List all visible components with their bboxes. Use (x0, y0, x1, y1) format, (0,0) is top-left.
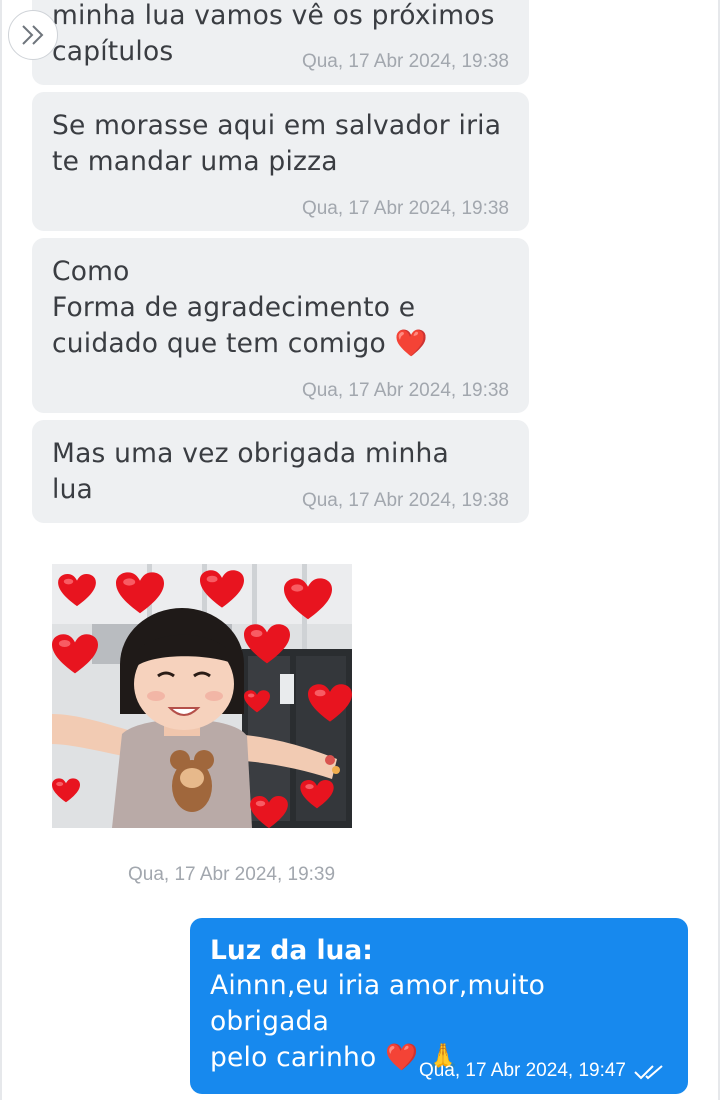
double-chevron-right-icon (22, 25, 44, 45)
image-timestamp: Qua, 17 Abr 2024, 19:39 (128, 864, 336, 885)
sender-name: Luz da lua: (210, 935, 373, 966)
message-bubble: Mas uma vez obrigada minha lua Qua, 17 A… (32, 420, 529, 523)
message-timestamp: Qua, 17 Abr 2024, 19:38 (301, 380, 509, 401)
heart-emoji: ❤️ (394, 328, 428, 359)
photo-girl-with-hearts (52, 564, 352, 828)
double-check-icon (634, 1065, 663, 1080)
message-bubble: Se morasse aqui em salvador iria te mand… (32, 92, 529, 231)
message-text: Se morasse aqui em salvador iria te mand… (52, 110, 502, 177)
expand-panel-button[interactable] (8, 10, 58, 60)
message-text: Como Forma de agradecimento e cuidado qu… (52, 256, 428, 359)
message-bubble: Como Forma de agradecimento e cuidado qu… (32, 238, 529, 413)
image-attachment[interactable] (52, 564, 352, 828)
outgoing-message-bubble: Luz da lua: Ainnn,eu iria amor,muito obr… (190, 918, 688, 1094)
message-timestamp: Qua, 17 Abr 2024, 19:38 (301, 198, 509, 219)
message-timestamp: Qua, 17 Abr 2024, 19:47 (418, 1060, 626, 1081)
message-bubble: minha lua vamos vê os próximos capítulos… (32, 0, 529, 85)
message-timestamp: Qua, 17 Abr 2024, 19:38 (301, 490, 509, 511)
left-border (0, 0, 2, 1100)
message-timestamp: Qua, 17 Abr 2024, 19:38 (301, 51, 509, 72)
